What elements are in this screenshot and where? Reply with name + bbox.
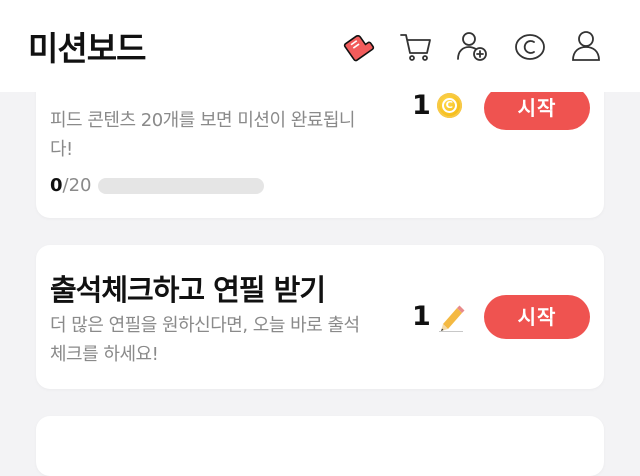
mission-title: 출석체크하고 연필 받기 <box>50 273 326 307</box>
coin-icon: C <box>436 93 462 118</box>
progress-total: /20 <box>62 175 92 196</box>
progress-current: 0 <box>50 175 63 196</box>
mission-reward: 1 C <box>412 90 462 121</box>
progress-bar <box>97 177 264 194</box>
mission-reward: 1 <box>412 301 465 332</box>
cart-icon[interactable] <box>398 28 434 64</box>
pencil-icon <box>437 302 465 332</box>
mission-progress: 0 /20 <box>50 175 264 196</box>
add-friend-icon[interactable] <box>454 28 490 64</box>
coin-icon[interactable] <box>512 28 548 64</box>
reward-count: 1 <box>412 301 431 332</box>
start-button[interactable]: 시작 <box>484 295 590 339</box>
start-button[interactable]: 시작 <box>484 86 590 130</box>
mission-card: 출석체크하고 연필 받기 더 많은 연필을 원하신다면, 오늘 바로 출석체크를… <box>36 245 604 389</box>
reward-count: 1 <box>412 90 431 121</box>
app-header: 미션보드 <box>0 0 640 92</box>
shoe-icon[interactable] <box>340 28 376 64</box>
mission-description: 더 많은 연필을 원하신다면, 오늘 바로 출석체크를 하세요! <box>50 315 360 365</box>
mission-description: 피드 콘텐츠 20개를 보면 미션이 완료됩니다! <box>50 110 355 160</box>
page-title: 미션보드 <box>28 29 146 68</box>
profile-icon[interactable] <box>568 28 604 64</box>
mission-card <box>36 416 604 476</box>
